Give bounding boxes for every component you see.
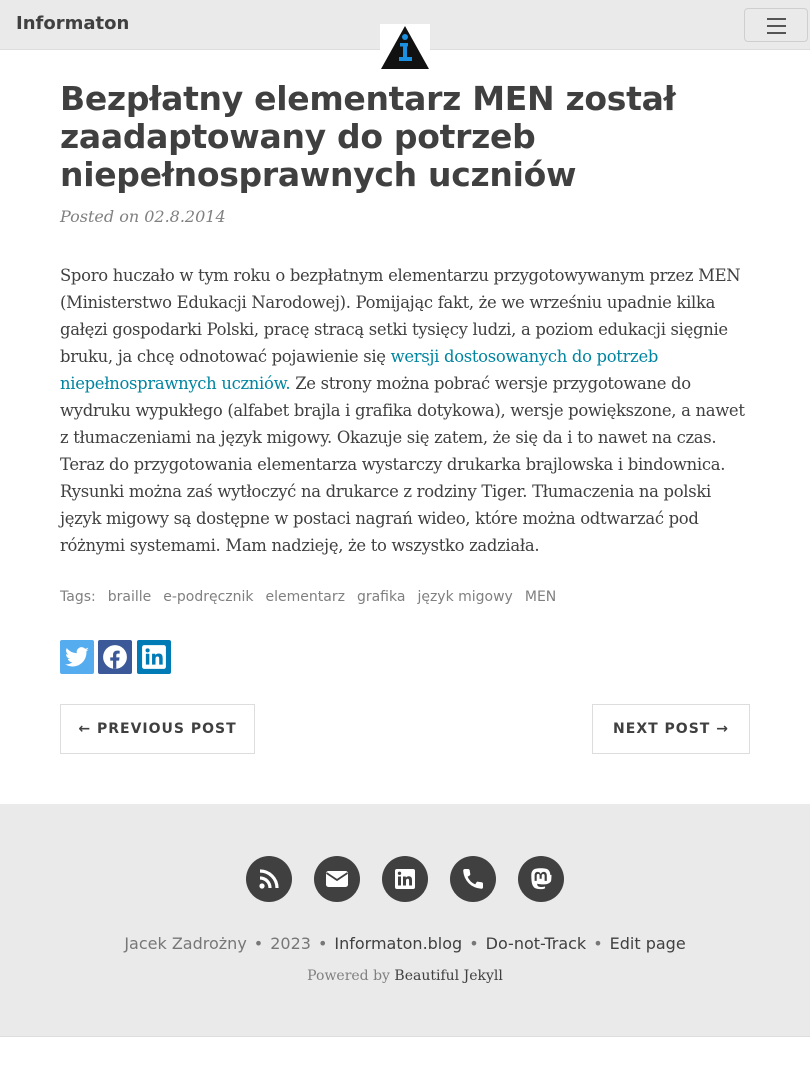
linkedin-icon [395,869,415,889]
tag-elementarz[interactable]: elementarz [266,589,345,605]
footer-separator: • [253,934,264,953]
footer-links: Jacek Zadrożny • 2023 • Informaton.blog • Do-n… [0,934,810,953]
footer-year: 2023 [270,934,311,953]
next-post-button[interactable]: NEXT POST → [592,704,750,754]
footer-dnt-link[interactable]: Do-not-Track [486,934,587,953]
share-linkedin-button[interactable] [137,640,171,674]
tag-jezyk-migowy[interactable]: język migowy [417,589,512,605]
post-date: 02.8.2014 [144,207,226,226]
footer-site-link[interactable]: Informaton.blog [334,934,462,953]
post-title: Bezpłatny elementarz MEN został zaadapto… [60,79,676,194]
posted-on-label: Posted on [60,207,140,226]
hamburger-bar [767,32,786,34]
tags-label: Tags: [60,589,96,605]
email-icon [326,871,348,887]
informaton-triangle-logo-icon[interactable] [380,24,430,70]
post-body: Sporo huczało w tym roku o bezpłatnym el… [60,262,752,559]
footer-separator: • [317,934,328,953]
phone-icon [463,869,483,889]
rss-icon [259,869,279,889]
tags: Tags: braille e-podręcznik elementarz grafik… [60,589,556,605]
phone-link[interactable] [450,856,496,902]
powered-by-label: Powered by [307,968,390,984]
linkedin-icon [142,645,166,669]
hamburger-menu-icon [767,18,786,20]
share-facebook-button[interactable] [98,640,132,674]
tag-braille[interactable]: braille [108,589,152,605]
email-link[interactable] [314,856,360,902]
tag-e-podrecznik[interactable]: e-podręcznik [163,589,253,605]
footer-separator: • [469,934,479,953]
tag-grafika[interactable]: grafika [357,589,405,605]
facebook-icon [103,645,127,669]
mastodon-icon [531,868,552,890]
beautiful-jekyll-link[interactable]: Beautiful Jekyll [394,968,502,984]
twitter-icon [65,647,89,667]
footer-edit-page-link[interactable]: Edit page [610,934,686,953]
footer: Jacek Zadrożny • 2023 • Informaton.blog • Do-n… [0,804,810,1037]
footer-author: Jacek Zadrożny [124,934,247,953]
mastodon-link[interactable] [518,856,564,902]
tag-men[interactable]: MEN [525,589,556,605]
rss-link[interactable] [246,856,292,902]
previous-post-button[interactable]: ← PREVIOUS POST [60,704,255,754]
post-body-text: Ze strony można pobrać wersje przygotowa… [60,374,745,555]
powered-by: Powered by Beautiful Jekyll [0,968,810,984]
footer-separator: • [593,934,603,953]
hamburger-bar [767,25,786,27]
linkedin-link[interactable] [382,856,428,902]
navbar-toggle-button[interactable] [744,8,808,42]
post-meta: Posted on 02.8.2014 [60,207,226,226]
share-twitter-button[interactable] [60,640,94,674]
brand-link[interactable]: Informaton [16,13,129,34]
